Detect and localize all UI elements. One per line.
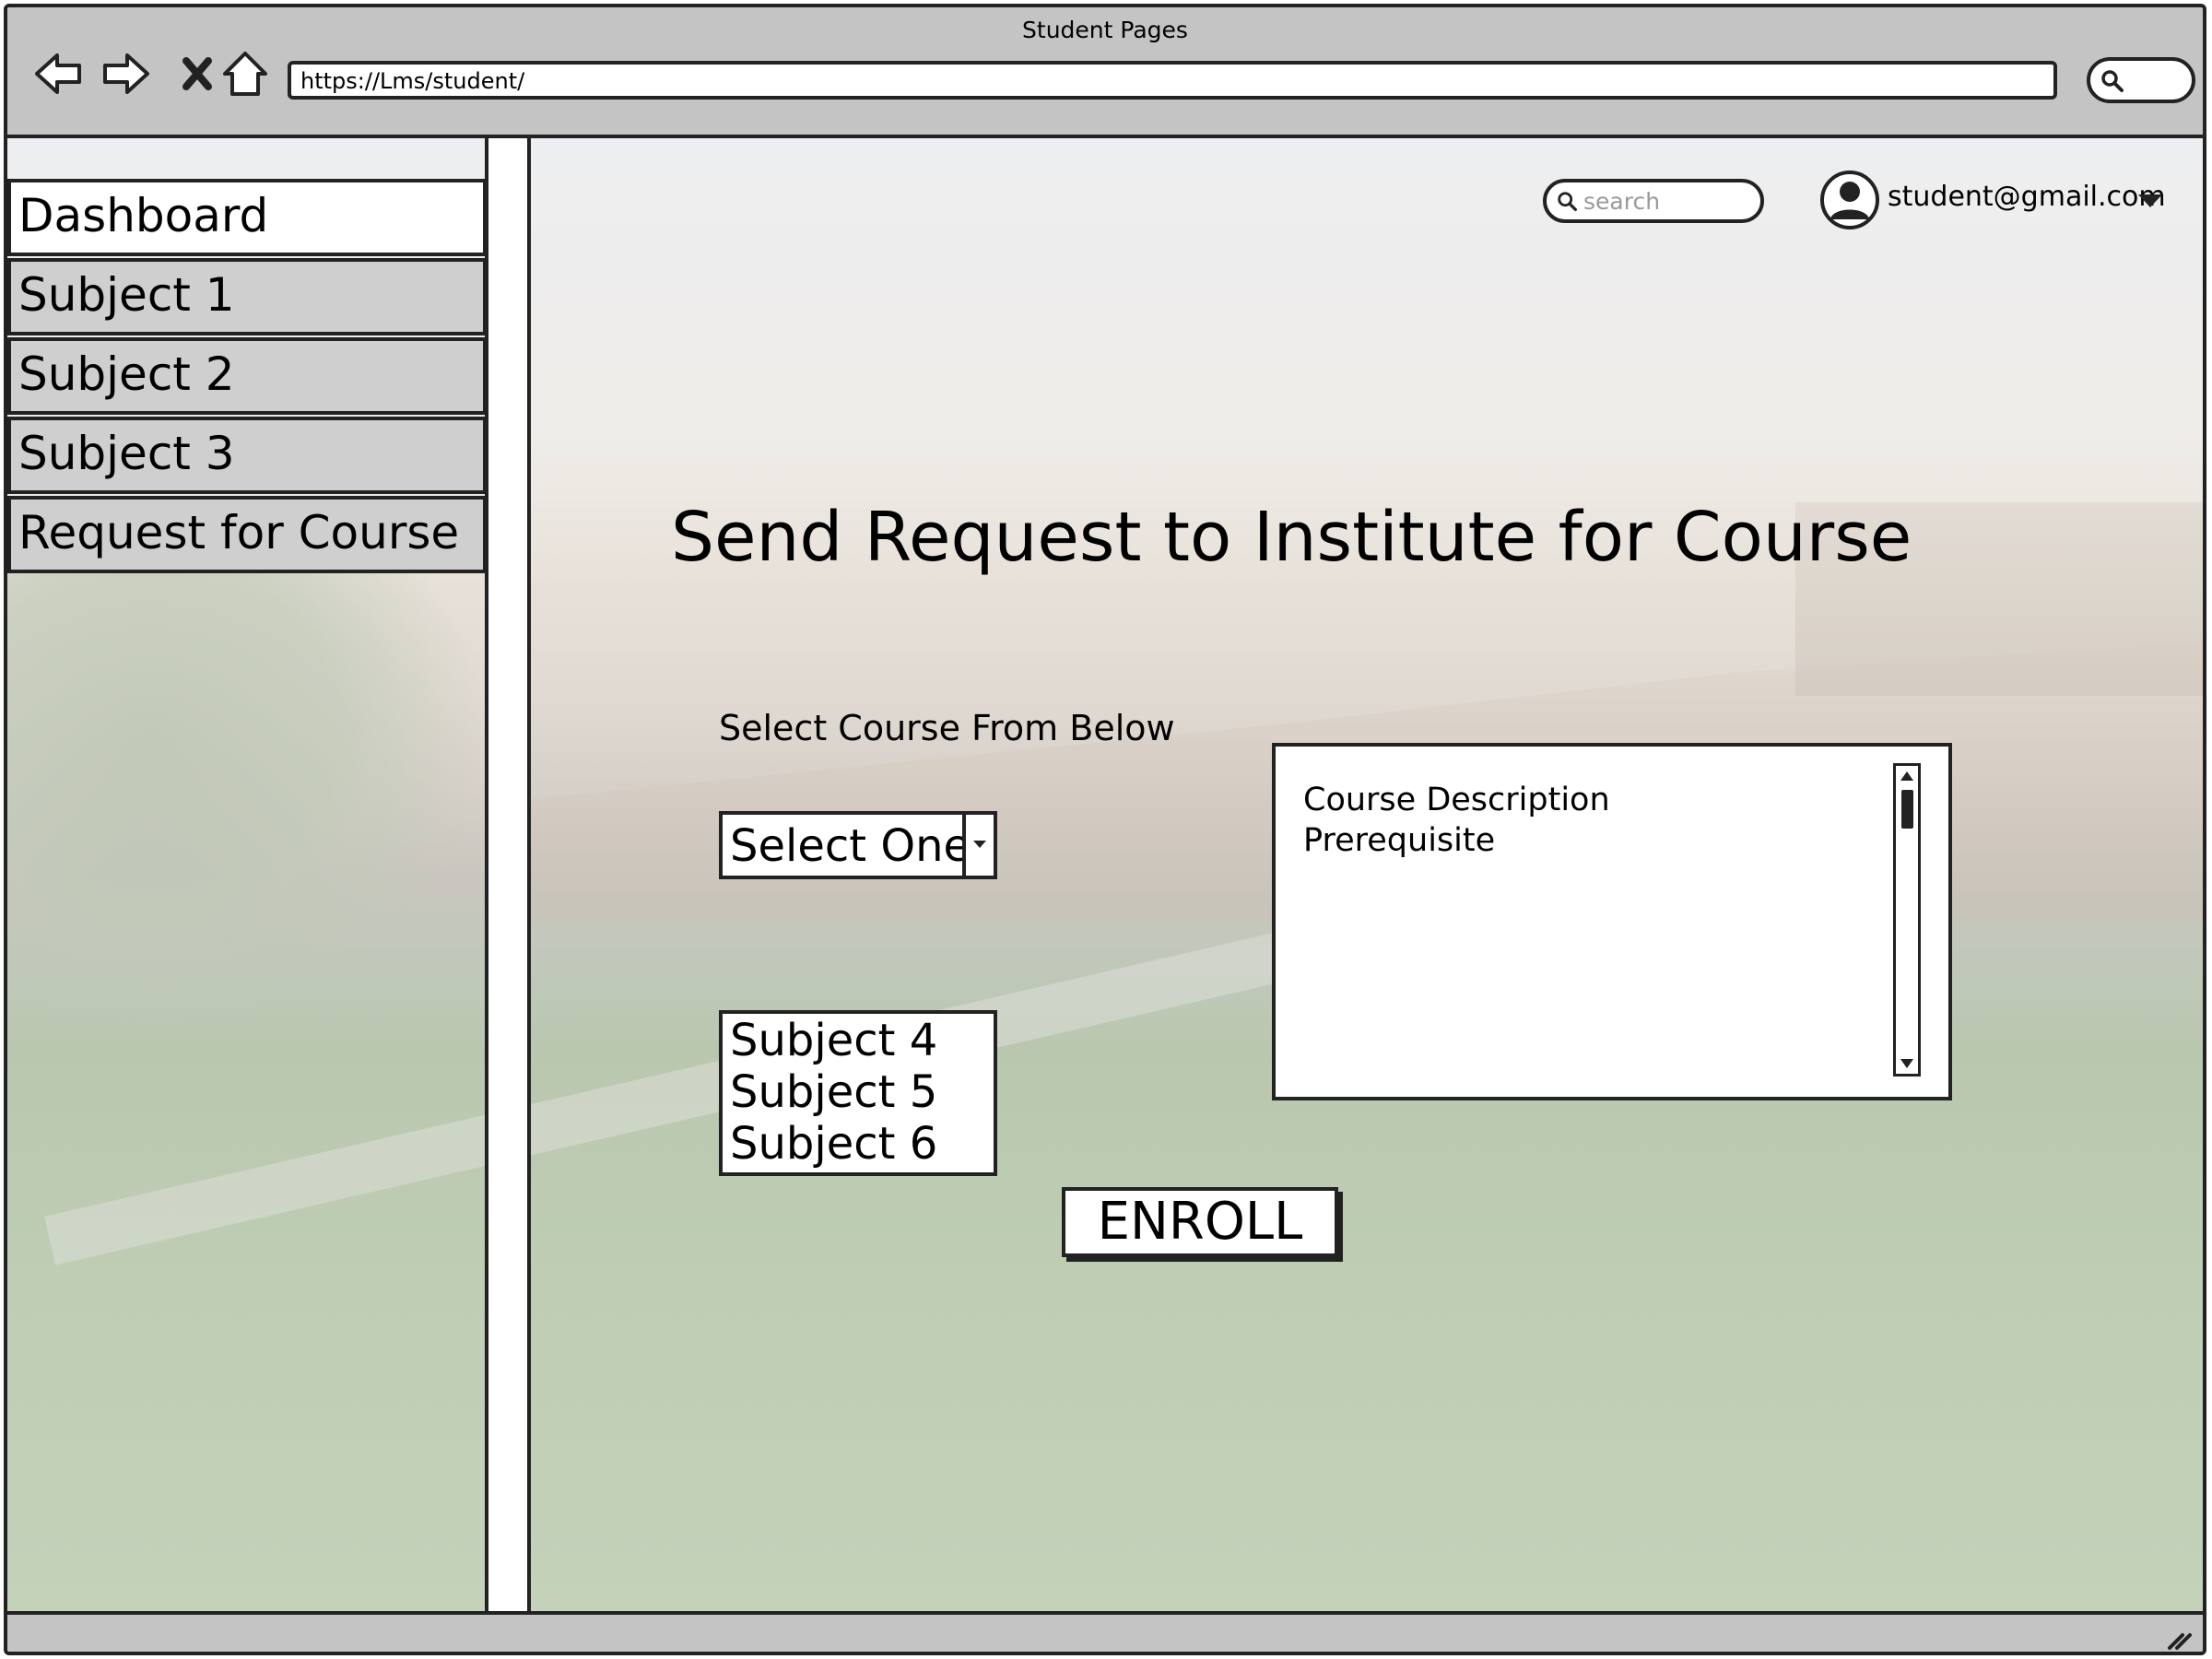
sidebar-item-subject-1[interactable]: Subject 1 xyxy=(7,258,487,335)
enroll-button[interactable]: ENROLL xyxy=(1062,1187,1338,1257)
resize-grip-icon[interactable] xyxy=(2166,1624,2194,1652)
status-bar xyxy=(7,1611,2203,1652)
dropdown-arrow[interactable] xyxy=(962,815,994,876)
search-field[interactable] xyxy=(1543,179,1764,223)
scroll-up-icon[interactable] xyxy=(1900,770,1914,782)
user-email[interactable]: student@gmail.com xyxy=(1888,181,2166,213)
search-icon xyxy=(1558,192,1577,211)
sidebar-item-subject-2[interactable]: Subject 2 xyxy=(7,337,487,415)
chevron-down-icon[interactable] xyxy=(2136,192,2164,210)
browser-toolbar: Student Pages https://Lms/student/ xyxy=(7,7,2203,138)
window-title: Student Pages xyxy=(1022,17,1188,43)
sidebar-item-subject-3[interactable]: Subject 3 xyxy=(7,417,487,494)
back-arrow-icon[interactable] xyxy=(31,46,87,101)
scrollbar[interactable] xyxy=(1893,763,1921,1077)
scroll-down-icon[interactable] xyxy=(1900,1057,1914,1070)
search-icon xyxy=(2101,70,2124,92)
browser-search-field[interactable] xyxy=(2087,57,2195,103)
browser-window: Student Pages https://Lms/student/ Dashb… xyxy=(4,4,2206,1655)
option-item[interactable]: Subject 4 xyxy=(723,1016,994,1065)
option-item[interactable]: Subject 5 xyxy=(723,1067,994,1117)
avatar-icon[interactable] xyxy=(1819,170,1880,230)
sidebar-divider xyxy=(485,138,531,1611)
sidebar-item-dashboard[interactable]: Dashboard xyxy=(7,179,487,256)
forward-arrow-icon[interactable] xyxy=(98,46,153,101)
address-bar[interactable]: https://Lms/student/ xyxy=(288,61,2057,100)
select-label: Select Course From Below xyxy=(719,708,1175,748)
course-description-box[interactable]: Course Description Prerequisite xyxy=(1272,743,1952,1100)
scrollbar-thumb[interactable] xyxy=(1901,790,1913,829)
content-area: Dashboard Subject 1 Subject 2 Subject 3 … xyxy=(7,138,2203,1611)
page-title: Send Request to Institute for Course xyxy=(671,498,1912,577)
sidebar-item-request-for-course[interactable]: Request for Course xyxy=(7,496,487,573)
course-select[interactable]: Select One xyxy=(719,811,997,879)
prerequisite-label: Prerequisite xyxy=(1303,822,1496,859)
course-option-list: Subject 4 Subject 5 Subject 6 xyxy=(719,1010,997,1176)
select-value: Select One xyxy=(730,820,971,872)
close-icon[interactable] xyxy=(170,46,225,101)
course-description-label: Course Description xyxy=(1303,782,1610,818)
home-icon[interactable] xyxy=(218,46,273,101)
search-input[interactable] xyxy=(1583,186,1749,216)
option-item[interactable]: Subject 6 xyxy=(723,1119,994,1169)
chevron-down-icon xyxy=(973,841,986,848)
